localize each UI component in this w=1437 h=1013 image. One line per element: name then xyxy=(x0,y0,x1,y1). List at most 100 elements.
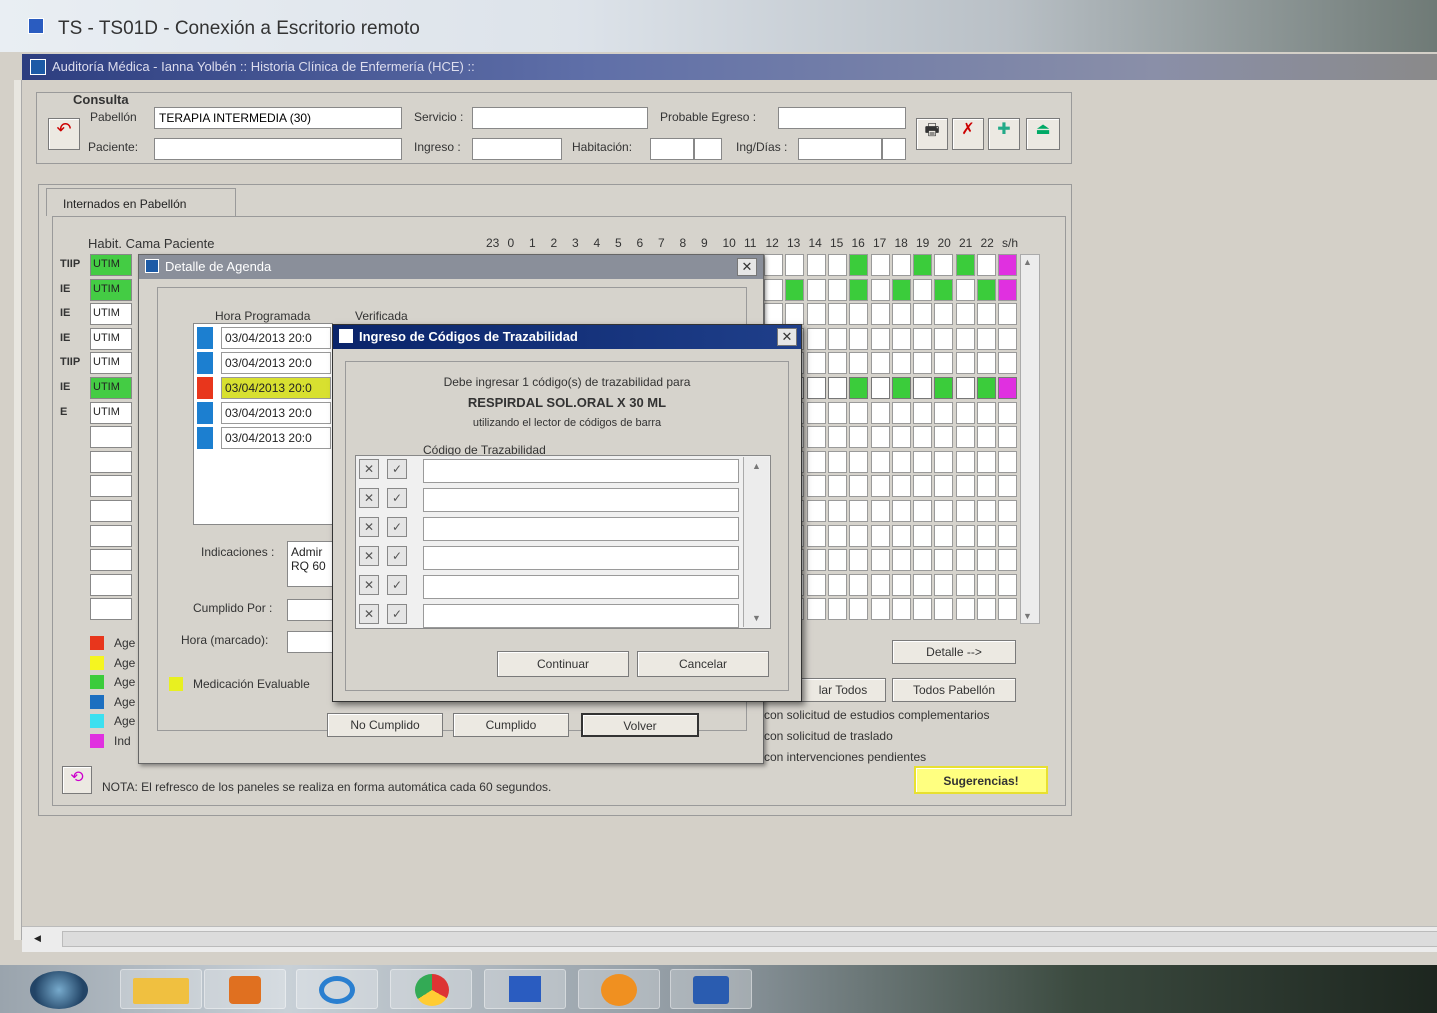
row-cama[interactable]: UTIM xyxy=(90,303,132,326)
hour-cell[interactable] xyxy=(934,426,954,449)
hour-cell[interactable] xyxy=(998,426,1018,449)
hour-cell[interactable] xyxy=(913,303,933,326)
hour-cell[interactable] xyxy=(806,352,826,375)
hour-cell[interactable] xyxy=(913,254,933,276)
hour-cell[interactable] xyxy=(977,303,996,326)
hour-cell[interactable] xyxy=(913,278,933,301)
hour-cell[interactable] xyxy=(849,352,869,375)
scroll-down-icon[interactable]: ▼ xyxy=(752,613,761,623)
remove-code-checkbox[interactable]: ✕ xyxy=(359,488,379,508)
hour-cell[interactable] xyxy=(998,327,1018,350)
hour-cell[interactable] xyxy=(806,450,826,473)
hour-cell[interactable] xyxy=(806,573,826,596)
row-cama[interactable]: UTIM xyxy=(90,352,132,375)
taskbar-remote-icon[interactable] xyxy=(484,969,566,1009)
agenda-row[interactable]: 03/04/2013 20:0 xyxy=(221,352,331,374)
hour-cell[interactable] xyxy=(827,303,847,326)
hour-cell[interactable] xyxy=(849,573,869,596)
taskbar-media-icon[interactable] xyxy=(204,969,286,1009)
cumplido-button[interactable]: Cumplido xyxy=(453,713,569,737)
hour-cell[interactable] xyxy=(913,549,933,572)
print-icon[interactable]: 🖶 xyxy=(916,118,948,150)
hour-cell[interactable] xyxy=(977,450,996,473)
sugerencias-button[interactable]: Sugerencias! xyxy=(914,766,1048,794)
hour-cell[interactable] xyxy=(955,549,975,572)
hour-cell[interactable] xyxy=(827,573,847,596)
hour-cell[interactable] xyxy=(891,352,911,375)
row-cama[interactable] xyxy=(90,475,132,498)
hour-cell[interactable] xyxy=(913,426,933,449)
hour-cell[interactable] xyxy=(806,254,826,276)
hour-cell[interactable] xyxy=(891,549,911,572)
hour-cell[interactable] xyxy=(955,450,975,473)
hour-cell[interactable] xyxy=(849,475,869,498)
hour-cell[interactable] xyxy=(955,254,975,276)
hour-cell[interactable] xyxy=(870,254,890,276)
hour-cell[interactable] xyxy=(870,598,890,621)
hour-cell[interactable] xyxy=(785,278,805,301)
indicaciones-field[interactable]: Admir RQ 60 xyxy=(287,541,335,587)
hour-cell[interactable] xyxy=(998,500,1018,522)
paciente-field[interactable] xyxy=(154,138,402,160)
no-cumplido-button[interactable]: No Cumplido xyxy=(327,713,443,737)
cancelar-button[interactable]: Cancelar xyxy=(637,651,769,677)
row-cama[interactable]: UTIM xyxy=(90,401,132,424)
codigo-trazabilidad-field[interactable] xyxy=(423,488,739,512)
codigo-trazabilidad-field[interactable] xyxy=(423,546,739,570)
hour-cell[interactable] xyxy=(827,475,847,498)
habitacion-field[interactable] xyxy=(650,138,694,160)
hour-cell[interactable] xyxy=(977,352,996,375)
hour-cell[interactable] xyxy=(955,475,975,498)
hour-cell[interactable] xyxy=(891,303,911,326)
document-remove-icon[interactable]: ✗ xyxy=(952,118,984,150)
continuar-button[interactable]: Continuar xyxy=(497,651,629,677)
hour-cell[interactable] xyxy=(934,278,954,301)
hour-cell[interactable] xyxy=(849,450,869,473)
hour-cell[interactable] xyxy=(870,327,890,350)
hour-cell[interactable] xyxy=(849,327,869,350)
hour-cell[interactable] xyxy=(849,278,869,301)
hour-cell[interactable] xyxy=(849,549,869,572)
hour-cell[interactable] xyxy=(891,377,911,399)
hour-cell[interactable] xyxy=(785,254,805,276)
pabellon-field[interactable] xyxy=(154,107,402,129)
codigos-scrollbar[interactable]: ▲ ▼ xyxy=(743,457,769,627)
hour-cell[interactable] xyxy=(977,598,996,621)
hora-marcado-field[interactable] xyxy=(287,631,335,653)
hour-cell[interactable] xyxy=(849,524,869,547)
todos-pabellon-button[interactable]: Todos Pabellón xyxy=(892,678,1016,702)
hour-cell[interactable] xyxy=(891,500,911,522)
hour-cell[interactable] xyxy=(827,500,847,522)
hour-cell[interactable] xyxy=(913,352,933,375)
hour-cell[interactable] xyxy=(827,524,847,547)
scroll-thumb[interactable] xyxy=(62,931,1437,947)
tab-internados[interactable]: Internados en Pabellón xyxy=(46,188,236,216)
confirm-code-checkbox[interactable]: ✓ xyxy=(387,488,407,508)
hour-cell[interactable] xyxy=(977,377,996,399)
remove-code-checkbox[interactable]: ✕ xyxy=(359,517,379,537)
cumplido-por-field[interactable] xyxy=(287,599,335,621)
hour-cell[interactable] xyxy=(934,475,954,498)
hour-cell[interactable] xyxy=(934,327,954,350)
row-cama[interactable] xyxy=(90,549,132,572)
hour-cell[interactable] xyxy=(998,549,1018,572)
hour-cell[interactable] xyxy=(806,598,826,621)
refresh-icon[interactable]: ⟲ xyxy=(62,766,92,794)
hour-cell[interactable] xyxy=(934,500,954,522)
hour-cell[interactable] xyxy=(955,303,975,326)
hour-cell[interactable] xyxy=(934,549,954,572)
hour-cell[interactable] xyxy=(998,254,1018,276)
hour-cell[interactable] xyxy=(891,524,911,547)
hour-cell[interactable] xyxy=(806,327,826,350)
taskbar-chrome-icon[interactable] xyxy=(390,969,472,1009)
hour-cell[interactable] xyxy=(934,303,954,326)
hour-cell[interactable] xyxy=(913,450,933,473)
hour-cell[interactable] xyxy=(870,549,890,572)
hour-cell[interactable] xyxy=(849,377,869,399)
hour-cell[interactable] xyxy=(806,303,826,326)
hour-cell[interactable] xyxy=(806,426,826,449)
hour-cell[interactable] xyxy=(891,278,911,301)
hour-cell[interactable] xyxy=(934,352,954,375)
scroll-down-icon[interactable]: ▼ xyxy=(1023,611,1032,621)
hour-cell[interactable] xyxy=(827,401,847,424)
